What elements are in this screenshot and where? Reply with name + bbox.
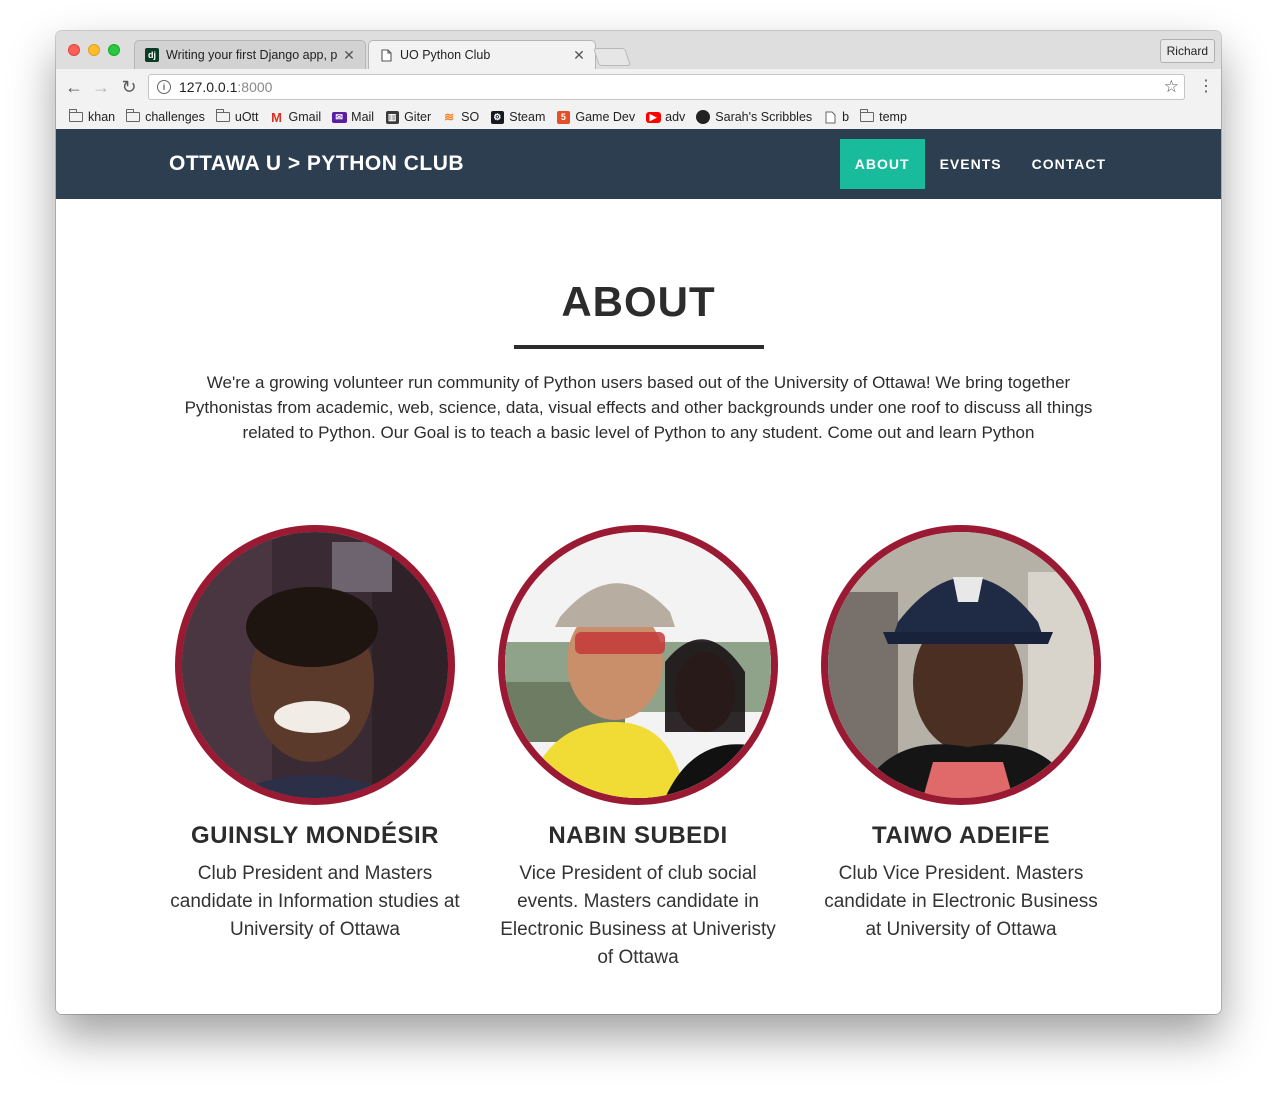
address-bar[interactable]: i 127.0.0.1:8000 ☆	[148, 74, 1185, 100]
reload-icon[interactable]: ↻	[119, 77, 139, 97]
member-description: Club Vice President. Masters candidate i…	[824, 863, 1098, 940]
bookmark-uott[interactable]: uOtt	[215, 109, 259, 124]
nav-events[interactable]: EVENTS	[925, 139, 1017, 189]
back-arrow-icon[interactable]: ←	[64, 77, 84, 97]
bookmark-game-dev[interactable]: 5 Game Dev	[555, 110, 635, 124]
mail-icon: ✉	[331, 110, 347, 124]
bookmark-b[interactable]: b	[822, 110, 849, 124]
bookmark-giter[interactable]: ▥ Giter	[384, 110, 431, 124]
browser-toolbar: ← → ↻ i 127.0.0.1:8000 ☆ ⋮	[56, 69, 1221, 105]
bookmarks-bar: khan challenges uOtt M Gmail ✉ Mail ▥ Giter…	[56, 105, 1221, 130]
zoom-window-button[interactable]	[108, 44, 120, 56]
nav-contact[interactable]: CONTACT	[1017, 139, 1121, 189]
site-nav-links: ABOUT EVENTS CONTACT	[839, 139, 1121, 189]
browser-window: dj Writing your first Django app, p ✕ UO…	[56, 31, 1221, 1014]
bookmark-star-icon[interactable]: ☆	[1164, 77, 1179, 97]
avatar	[821, 525, 1101, 805]
url-text: 127.0.0.1:8000	[179, 79, 273, 95]
bookmark-mail[interactable]: ✉ Mail	[331, 110, 374, 124]
site-brand[interactable]: OTTAWA U > PYTHON CLUB	[169, 129, 464, 199]
steam-icon: ⚙	[489, 110, 505, 124]
member-card: NABIN SUBEDI Vice President of club soci…	[488, 525, 788, 972]
tab-uo-python-club[interactable]: UO Python Club ✕	[368, 40, 596, 69]
site-navbar: OTTAWA U > PYTHON CLUB ABOUT EVENTS CONT…	[56, 129, 1221, 199]
member-name: TAIWO ADEIFE	[872, 822, 1050, 849]
avatar	[498, 525, 778, 805]
tab-title: UO Python Club	[400, 48, 491, 62]
gmail-icon: M	[271, 109, 282, 125]
bookmark-khan[interactable]: khan	[68, 109, 115, 124]
member-card: TAIWO ADEIFE Club Vice President. Master…	[811, 525, 1111, 944]
bookmark-sarahs-scribbles[interactable]: Sarah's Scribbles	[695, 110, 812, 124]
tab-strip: dj Writing your first Django app, p ✕ UO…	[56, 31, 1221, 69]
bookmark-challenges[interactable]: challenges	[125, 109, 205, 124]
page-title: ABOUT	[561, 278, 716, 325]
forward-arrow-icon[interactable]: →	[91, 77, 111, 97]
stackoverflow-icon: ≋	[444, 110, 455, 124]
folder-icon	[68, 109, 84, 124]
django-icon: dj	[145, 48, 159, 62]
close-tab-icon[interactable]: ✕	[571, 47, 587, 64]
member-card: GUINSLY MONDÉSIR Club President and Mast…	[165, 525, 465, 944]
member-description: Club President and Masters candidate in …	[170, 863, 460, 940]
tab-django-tutorial[interactable]: dj Writing your first Django app, p ✕	[134, 40, 366, 69]
about-intro: We're a growing volunteer run community …	[184, 373, 1093, 442]
close-window-button[interactable]	[68, 44, 80, 56]
title-divider	[514, 345, 764, 349]
close-tab-icon[interactable]: ✕	[341, 47, 357, 64]
folder-icon	[859, 109, 875, 124]
scribbles-icon	[695, 110, 711, 124]
member-description: Vice President of club social events. Ma…	[500, 863, 776, 968]
member-name: NABIN SUBEDI	[548, 822, 728, 849]
new-tab-button[interactable]	[593, 48, 631, 66]
folder-icon	[125, 109, 141, 124]
profile-button[interactable]: Richard	[1159, 39, 1215, 63]
bookmark-adv[interactable]: ▶ adv	[645, 110, 685, 124]
html5-icon: 5	[555, 110, 571, 124]
member-name: GUINSLY MONDÉSIR	[190, 822, 440, 849]
info-icon[interactable]: i	[157, 80, 171, 94]
avatar	[175, 525, 455, 805]
giter-icon: ▥	[384, 110, 400, 124]
folder-icon	[215, 109, 231, 124]
bookmark-so[interactable]: ≋ SO	[441, 110, 479, 124]
nav-about[interactable]: ABOUT	[839, 139, 925, 189]
bookmark-steam[interactable]: ⚙ Steam	[489, 110, 545, 124]
bookmark-temp[interactable]: temp	[859, 109, 907, 124]
browser-menu-icon[interactable]: ⋮	[1198, 77, 1214, 97]
tab-title: Writing your first Django app, p	[166, 48, 338, 62]
page-icon	[822, 110, 838, 124]
page-icon	[379, 48, 393, 62]
about-section: ABOUT We're a growing volunteer run comm…	[56, 199, 1221, 1014]
bookmark-gmail[interactable]: M Gmail	[269, 109, 321, 125]
minimize-window-button[interactable]	[88, 44, 100, 56]
youtube-icon: ▶	[645, 110, 661, 124]
